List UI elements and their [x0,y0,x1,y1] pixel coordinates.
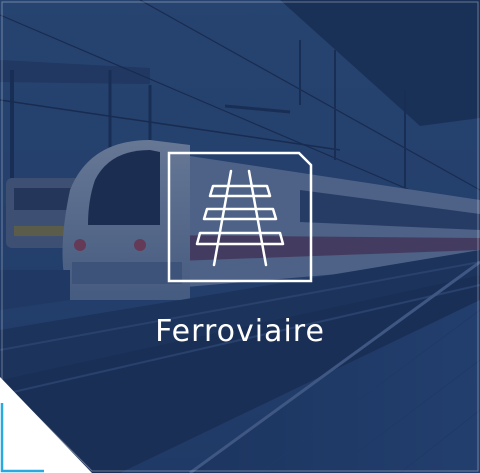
category-tile-ferroviaire[interactable]: Ferroviaire [0,0,480,473]
railway-track-icon [167,151,313,283]
corner-accent [0,377,92,473]
tile-label: Ferroviaire [155,314,325,349]
